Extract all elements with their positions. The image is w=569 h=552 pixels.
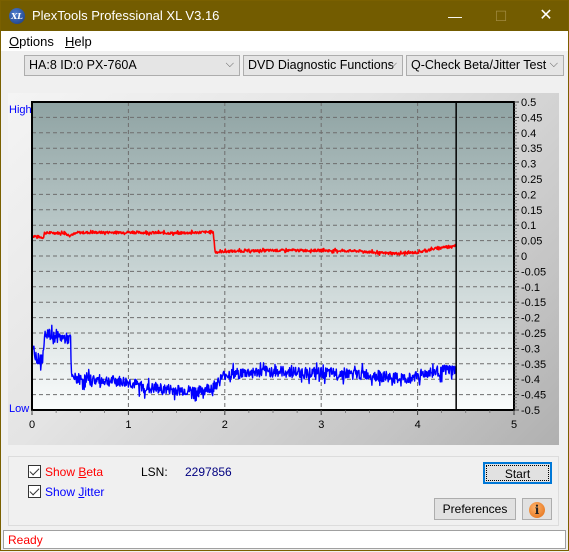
info-button[interactable]: i <box>522 498 552 520</box>
y-label-high: High <box>9 104 32 116</box>
y-tick-label: -0.15 <box>521 297 546 309</box>
lsn-label: LSN: <box>141 465 168 479</box>
y-tick-label: 0.25 <box>521 174 542 186</box>
y-tick-label: 0.1 <box>521 220 536 232</box>
y-tick-label: 0.5 <box>521 97 536 109</box>
x-tick-label: 3 <box>318 419 324 431</box>
y-tick-label: -0.35 <box>521 359 546 371</box>
x-tick-label: 2 <box>222 419 228 431</box>
y-tick-label: 0.15 <box>521 205 542 217</box>
info-icon: i <box>529 502 545 518</box>
y-label-low: Low <box>9 403 29 415</box>
show-beta-rest: eta <box>86 465 104 479</box>
y-tick-label: 0.05 <box>521 236 542 248</box>
y-tick-label: 0.35 <box>521 143 542 155</box>
y-tick-label: 0.3 <box>521 159 536 171</box>
show-beta-checkbox[interactable] <box>28 465 41 478</box>
y-tick-label: -0.5 <box>521 405 540 417</box>
show-beta-text: Show <box>45 465 79 479</box>
show-beta-label[interactable]: Show Beta <box>45 465 103 479</box>
status-text: Ready <box>8 533 43 547</box>
show-jitter-checkbox[interactable] <box>28 485 41 498</box>
start-button-label: Start <box>486 465 549 481</box>
y-tick-label: 0.4 <box>521 128 536 140</box>
app-window: XL PlexTools Professional XL V3.16 — ☐ ✕… <box>0 0 569 551</box>
y-tick-label: 0.45 <box>521 112 542 124</box>
start-button[interactable]: Start <box>483 462 552 484</box>
y-tick-label: 0 <box>521 251 527 263</box>
y-tick-label: -0.05 <box>521 266 546 278</box>
y-tick-label: 0.2 <box>521 189 536 201</box>
y-tick-label: -0.3 <box>521 343 540 355</box>
status-bar: Ready <box>3 530 566 549</box>
show-jitter-text: Show <box>45 485 79 499</box>
options-panel: Show Beta Show Jitter LSN: 2297856 Start… <box>8 456 559 526</box>
lsn-value: 2297856 <box>185 465 232 479</box>
x-tick-label: 4 <box>415 419 421 431</box>
y-tick-label: -0.2 <box>521 313 540 325</box>
preferences-button[interactable]: Preferences <box>434 498 516 520</box>
show-jitter-rest: itter <box>84 485 105 499</box>
x-tick-label: 5 <box>511 419 517 431</box>
y-tick-label: -0.1 <box>521 282 540 294</box>
y-tick-label: -0.25 <box>521 328 546 340</box>
x-tick-label: 0 <box>29 419 35 431</box>
y-tick-label: -0.45 <box>521 390 546 402</box>
y-tick-label: -0.4 <box>521 374 540 386</box>
x-tick-label: 1 <box>125 419 131 431</box>
show-jitter-label[interactable]: Show Jitter <box>45 485 104 499</box>
grid <box>32 102 514 410</box>
